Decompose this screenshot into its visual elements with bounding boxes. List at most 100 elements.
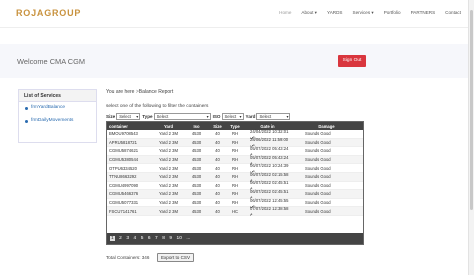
scrollbar-thumb[interactable] <box>470 10 473 210</box>
col-gate-in[interactable]: Gate in <box>245 124 290 129</box>
cell-size: 40 <box>215 148 220 154</box>
cell-damage: Sounds Good <box>305 208 331 214</box>
size-filter-label: Size <box>106 114 116 119</box>
cell-container: CGMU4997090 <box>109 182 139 188</box>
nav-services[interactable]: Services ▾ <box>348 10 379 16</box>
table-row[interactable]: CGMU5077331 Yard 2 3M 4530 40 RH 06/07/2022 1… <box>107 198 363 208</box>
top-navbar: ROJAGROUP Home About ▾ YARDS Services ▾ … <box>0 0 474 28</box>
page-link-10[interactable]: 10 <box>177 236 182 241</box>
cell-damage: Sounds Good <box>305 191 331 197</box>
table-row[interactable]: FSCU7141761 Yard 2 3M 4530 40 HC 07/07/2022 1… <box>107 206 363 216</box>
cell-type: RH <box>231 139 239 145</box>
service-link-daily-movements[interactable]: frmDailyMovements <box>19 115 96 128</box>
cell-container: CGMU5077331 <box>109 200 139 206</box>
export-csv-button[interactable]: Export to CSV <box>157 253 194 262</box>
cell-size: 40 <box>215 191 220 197</box>
table-row[interactable]: BMOU9708543 Yard 2 3M 4530 40 RH 24/04/2022 1… <box>107 129 363 139</box>
nav-contact[interactable]: Contact <box>440 10 466 16</box>
cell-type: HC <box>231 208 239 214</box>
cell-iso: 4530 <box>191 157 202 163</box>
cell-damage: Sounds Good <box>305 131 331 137</box>
cell-container: CGMU5874621 <box>109 148 139 154</box>
cell-type: RH <box>231 148 239 154</box>
cell-yard: Yard 2 3M <box>158 200 178 206</box>
cell-damage: Sounds Good <box>305 148 331 154</box>
iso-select[interactable]: Select <box>221 113 244 120</box>
welcome-banner: Welcome CMA CGM <box>0 44 474 78</box>
cell-damage: Sounds Good <box>305 139 331 145</box>
pagination: 1 2 3 4 5 6 7 8 9 10... <box>107 233 363 244</box>
cell-yard: Yard 2 3M <box>158 174 178 180</box>
cell-iso: 4530 <box>191 182 202 188</box>
page-link-9[interactable]: 9 <box>169 236 172 241</box>
bullet-icon <box>25 120 28 123</box>
page-link-2[interactable]: 2 <box>119 236 122 241</box>
cell-type: RH <box>231 157 239 163</box>
cell-container: BMOU9708543 <box>109 131 138 137</box>
cell-type: RH <box>231 131 239 137</box>
nav-partners[interactable]: PARTNERS <box>406 10 441 16</box>
col-container[interactable]: container <box>107 124 154 129</box>
nav-home[interactable]: Home <box>274 10 296 16</box>
cell-yard: Yard 2 3M <box>158 157 178 163</box>
cell-damage: Sounds Good <box>305 200 331 206</box>
col-iso[interactable]: Iso <box>183 124 210 129</box>
cell-iso: 4530 <box>191 191 202 197</box>
nav-yards[interactable]: YARDS <box>322 10 348 16</box>
cell-container: APRU5818721 <box>109 139 137 145</box>
cell-iso: 4530 <box>191 174 202 180</box>
cell-yard: Yard 2 3M <box>158 165 178 171</box>
cell-iso: 4530 <box>191 139 202 145</box>
table-row[interactable]: APRU5818721 Yard 2 3M 4530 40 RH 28/06/2022 1… <box>107 137 363 147</box>
table-header: container Yard Iso Size Type Gate in Dam… <box>107 122 363 130</box>
table-row[interactable]: CGMU5380544 Yard 2 3M 4530 40 RH 05/07/2022 0… <box>107 155 363 165</box>
nav-portfolio[interactable]: Portfolio <box>379 10 406 16</box>
table-row[interactable]: CGMU5874621 Yard 2 3M 4530 40 RH 05/07/2022 0… <box>107 146 363 156</box>
size-select[interactable]: Select <box>116 113 141 120</box>
table-row[interactable]: TTNU8663292 Yard 2 3M 4530 40 RH 06/07/2022 0… <box>107 172 363 182</box>
yard-select[interactable]: Select <box>256 113 291 120</box>
cell-yard: Yard 2 3M <box>158 208 178 214</box>
page-scrollbar[interactable] <box>468 0 474 275</box>
nav-about[interactable]: About ▾ <box>296 10 322 16</box>
cell-iso: 4530 <box>191 200 202 206</box>
type-select[interactable]: Select <box>153 113 211 120</box>
breadcrumb: You are here >Balance Report <box>106 89 173 95</box>
brand-logo[interactable]: ROJAGROUP <box>16 8 81 18</box>
type-filter-label: Type <box>142 114 153 119</box>
service-link-yard-balance[interactable]: frmYardBalance <box>19 102 96 115</box>
page-link-1[interactable]: 1 <box>110 236 115 241</box>
filter-instruction: select one of the following to filter th… <box>106 104 209 109</box>
sign-out-button[interactable]: Sign Out <box>338 55 366 67</box>
table-row[interactable]: OTPU6334520 Yard 2 3M 4530 40 RH 06/07/2022 1… <box>107 163 363 173</box>
page-link-8[interactable]: 8 <box>162 236 165 241</box>
cell-damage: Sounds Good <box>305 182 331 188</box>
main-nav: Home About ▾ YARDS Services ▾ Portfolio … <box>274 10 466 16</box>
col-size[interactable]: Size <box>210 124 225 129</box>
table-row[interactable]: CGMU5466376 Yard 2 3M 4530 40 RH 06/07/2022 0… <box>107 189 363 199</box>
col-type[interactable]: Type <box>225 124 245 129</box>
welcome-title: Welcome CMA CGM <box>17 57 86 66</box>
page-link-7[interactable]: 7 <box>155 236 158 241</box>
table-row[interactable]: CGMU4997090 Yard 2 3M 4530 40 RH 06/07/2022 0… <box>107 180 363 190</box>
breadcrumb-prefix: You are here <box>106 89 135 95</box>
page-link-5[interactable]: 5 <box>141 236 144 241</box>
yard-filter-label: Yard <box>245 114 256 119</box>
cell-container: CGMU5466376 <box>109 191 139 197</box>
breadcrumb-page: Balance Report <box>138 89 174 95</box>
cell-damage: Sounds Good <box>305 174 331 180</box>
cell-iso: 4530 <box>191 165 202 171</box>
col-damage[interactable]: Damage <box>290 124 363 129</box>
page-link-4[interactable]: 4 <box>134 236 137 241</box>
page-more[interactable]: ... <box>186 236 190 241</box>
cell-container: FSCU7141761 <box>109 208 137 214</box>
cell-size: 40 <box>215 174 220 180</box>
cell-size: 40 <box>215 182 220 188</box>
cell-iso: 4530 <box>191 208 202 214</box>
cell-yard: Yard 2 3M <box>158 182 178 188</box>
page-link-6[interactable]: 6 <box>148 236 151 241</box>
page-link-3[interactable]: 3 <box>126 236 129 241</box>
total-containers: Total Containers: 346 <box>106 255 150 260</box>
services-panel-title: List of Services <box>19 90 96 102</box>
col-yard[interactable]: Yard <box>154 124 183 129</box>
